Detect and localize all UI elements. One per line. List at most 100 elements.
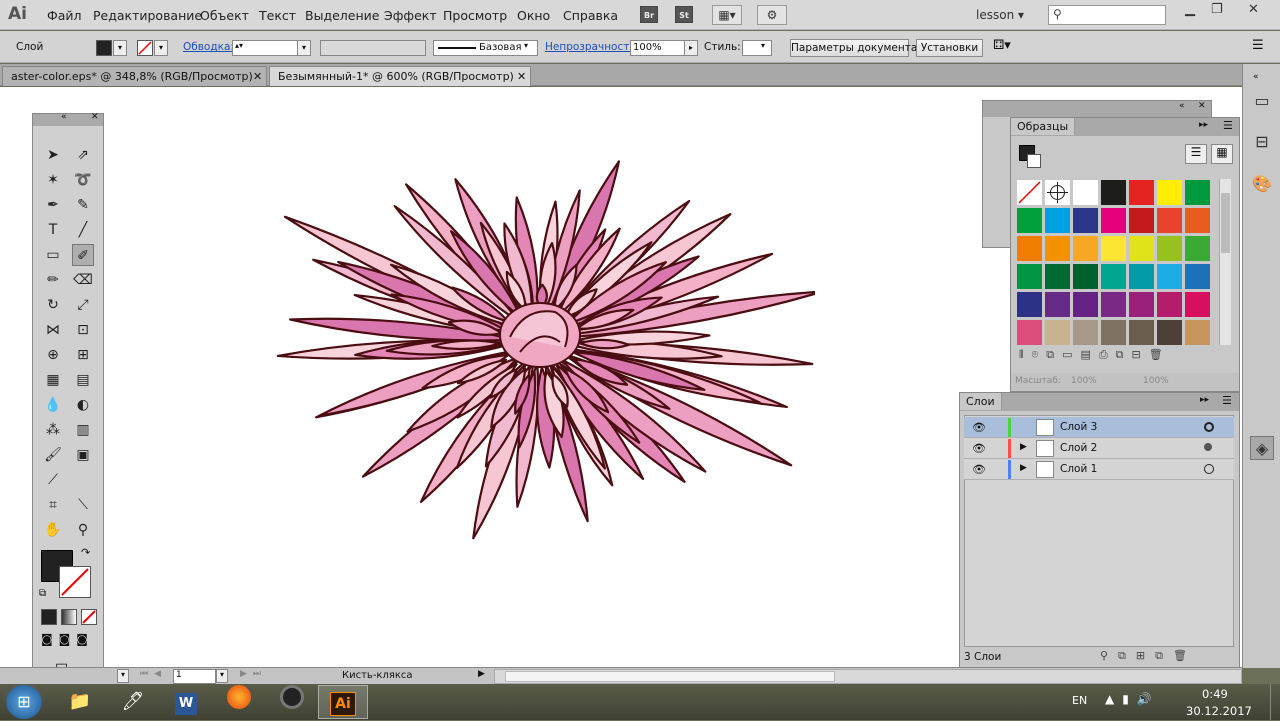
libraries-icon[interactable]: ▭ — [1250, 89, 1274, 113]
camera-app-icon[interactable] — [267, 685, 317, 719]
gradient-tool-icon[interactable]: ▤ — [72, 369, 94, 391]
tools-panel-header[interactable]: « ✕ — [33, 112, 103, 126]
free-transform-tool-icon[interactable]: ⊡ — [72, 319, 94, 341]
stroke-dropdown[interactable]: ▾ — [154, 40, 168, 56]
pen-app-icon[interactable]: 🖊 — [108, 685, 158, 719]
swatch-color[interactable] — [1072, 291, 1099, 318]
symbol-sprayer-tool-icon[interactable]: ⁂ — [42, 419, 64, 441]
zoom-tool-icon[interactable]: ⚲ — [72, 519, 94, 541]
menu-effect[interactable]: Эффект — [384, 8, 437, 23]
illustrator-taskbar-icon[interactable]: Ai — [318, 685, 368, 719]
swatch-color[interactable] — [1072, 235, 1099, 262]
bridge-button[interactable]: Br — [640, 6, 658, 23]
swatch-color[interactable] — [1156, 235, 1183, 262]
swatch-scrollbar[interactable] — [1219, 179, 1231, 345]
stroke-weight-field[interactable]: ▴▾ — [232, 40, 298, 56]
menu-window[interactable]: Окно — [517, 8, 550, 23]
swatch-color[interactable] — [1128, 207, 1155, 234]
stock-button[interactable]: St — [675, 6, 693, 23]
selection-tool-icon[interactable]: ➤ — [42, 144, 64, 166]
menu-object[interactable]: Объект — [200, 8, 249, 23]
target-circle-icon[interactable] — [1204, 464, 1214, 474]
magic-wand-tool-icon[interactable]: ✶ — [42, 169, 64, 191]
width-tool-icon[interactable]: ⋈ — [42, 319, 64, 341]
variable-width-dropdown[interactable] — [320, 40, 426, 56]
swatch-color[interactable] — [1016, 235, 1043, 262]
gpu-performance-button[interactable]: ⚙ — [757, 5, 787, 25]
swatch-color[interactable] — [1184, 263, 1211, 290]
tray-icons[interactable]: ▲▮🔊 — [1105, 692, 1160, 706]
swatch-color[interactable] — [1156, 263, 1183, 290]
slice-tool-icon[interactable]: ⟋ — [42, 469, 64, 491]
color-palette-icon[interactable]: 🎨 — [1250, 172, 1274, 196]
collapse-icon[interactable]: « — [61, 112, 67, 122]
rectangle-tool-icon[interactable]: ▭ — [42, 244, 64, 266]
tab-untitled-1[interactable]: Безымянный-1* @ 600% (RGB/Просмотр) ✕ — [269, 66, 531, 86]
blend-tool-icon[interactable]: ◐ — [72, 394, 94, 416]
maximize-icon[interactable]: ❐ — [1211, 2, 1223, 17]
swatch-color[interactable] — [1100, 319, 1127, 345]
stroke-swatch[interactable] — [137, 40, 153, 56]
aster-flower-artwork[interactable] — [255, 107, 815, 567]
collapse-icon[interactable]: « — [1179, 101, 1185, 111]
panel-header[interactable]: «✕ — [983, 101, 1211, 117]
target-circle-icon[interactable] — [1204, 422, 1214, 432]
expand-arrow-icon[interactable]: ▶ — [1020, 463, 1027, 473]
swatch-color[interactable] — [1128, 235, 1155, 262]
swatch-color[interactable] — [1156, 291, 1183, 318]
scale-tool-icon[interactable]: ⤢ — [72, 294, 94, 316]
panel-menu-icon[interactable]: ☰ — [1252, 38, 1264, 53]
swatch-color[interactable] — [1016, 319, 1043, 345]
swatch-color[interactable] — [1184, 319, 1211, 345]
swatch-color[interactable] — [1100, 179, 1127, 206]
curvature-tool-icon[interactable]: ✎ — [72, 194, 94, 216]
expand-icon[interactable]: ▸▸ — [1199, 120, 1208, 130]
lasso-tool-icon[interactable]: ➰ — [72, 169, 94, 191]
menu-file[interactable]: Файл — [47, 8, 82, 23]
slice-select-tool-icon[interactable]: ⟍ — [72, 494, 94, 516]
close-icon[interactable]: ✕ — [517, 67, 526, 86]
stroke-link[interactable]: Обводка: — [183, 41, 234, 53]
layer-name[interactable]: Слой 3 — [1060, 421, 1097, 433]
word-icon[interactable]: W — [161, 685, 211, 719]
clock-date[interactable]: 30.12.2017 — [1186, 704, 1252, 718]
target-circle-icon[interactable] — [1204, 443, 1212, 451]
stroke-color-box[interactable] — [59, 566, 91, 598]
horizontal-scrollbar[interactable] — [494, 669, 1242, 684]
search-input[interactable]: ⚲ — [1048, 5, 1166, 25]
paintbrush-tool-icon[interactable]: 🖌 — [42, 444, 64, 466]
panel-menu-icon[interactable]: ☰ — [1223, 119, 1233, 132]
swatch-color[interactable] — [1128, 319, 1155, 345]
swatch-color[interactable] — [1016, 291, 1043, 318]
swatch-color[interactable] — [1044, 291, 1071, 318]
swatch-color[interactable] — [1072, 319, 1099, 345]
swatch-color[interactable] — [1016, 263, 1043, 290]
eraser-tool-icon[interactable]: ⌫ — [72, 269, 94, 291]
minimize-icon[interactable]: ▁ — [1185, 2, 1195, 17]
menu-help[interactable]: Справка — [563, 8, 618, 23]
menu-select[interactable]: Выделение — [305, 8, 379, 23]
list-view-icon[interactable]: ☰ — [1185, 144, 1207, 164]
swap-colors-icon[interactable]: ↷ — [81, 546, 90, 559]
status-menu-arrow[interactable]: ▶ — [478, 669, 485, 679]
swatch-none[interactable] — [1016, 179, 1043, 206]
line-tool-icon[interactable]: ╱ — [72, 219, 94, 241]
swatch-color[interactable] — [1100, 235, 1127, 262]
grid-view-icon[interactable]: ▦ — [1211, 144, 1233, 164]
panel-menu-icon[interactable]: ☰ — [1222, 394, 1232, 407]
swatch-color[interactable] — [1184, 207, 1211, 234]
brush-dropdown[interactable]: Базовая ▾ — [433, 40, 538, 56]
layer-actions[interactable]: ⚲⧉⊞⧉🗑 — [1100, 649, 1197, 663]
layers-tab[interactable]: Слои — [960, 393, 1002, 410]
artboard-nav-next[interactable]: ▶⏭ — [240, 669, 267, 679]
visibility-eye-icon[interactable]: 👁 — [972, 463, 986, 476]
swatch-actions[interactable]: ⫴⌾⧉▭▤⎙⧉⊟🗑 — [1019, 348, 1171, 362]
explorer-icon[interactable]: 📁 — [55, 685, 105, 719]
swatch-color[interactable] — [1156, 207, 1183, 234]
swatch-color[interactable] — [1100, 207, 1127, 234]
style-dropdown[interactable]: ▾ — [742, 40, 772, 56]
arrange-documents-button[interactable]: ▦▾ — [712, 5, 742, 25]
chevron-down-icon[interactable]: ▾ — [117, 669, 129, 683]
color-mode-button[interactable] — [41, 609, 57, 625]
stroke-weight-dropdown[interactable]: ▾ — [297, 40, 311, 56]
